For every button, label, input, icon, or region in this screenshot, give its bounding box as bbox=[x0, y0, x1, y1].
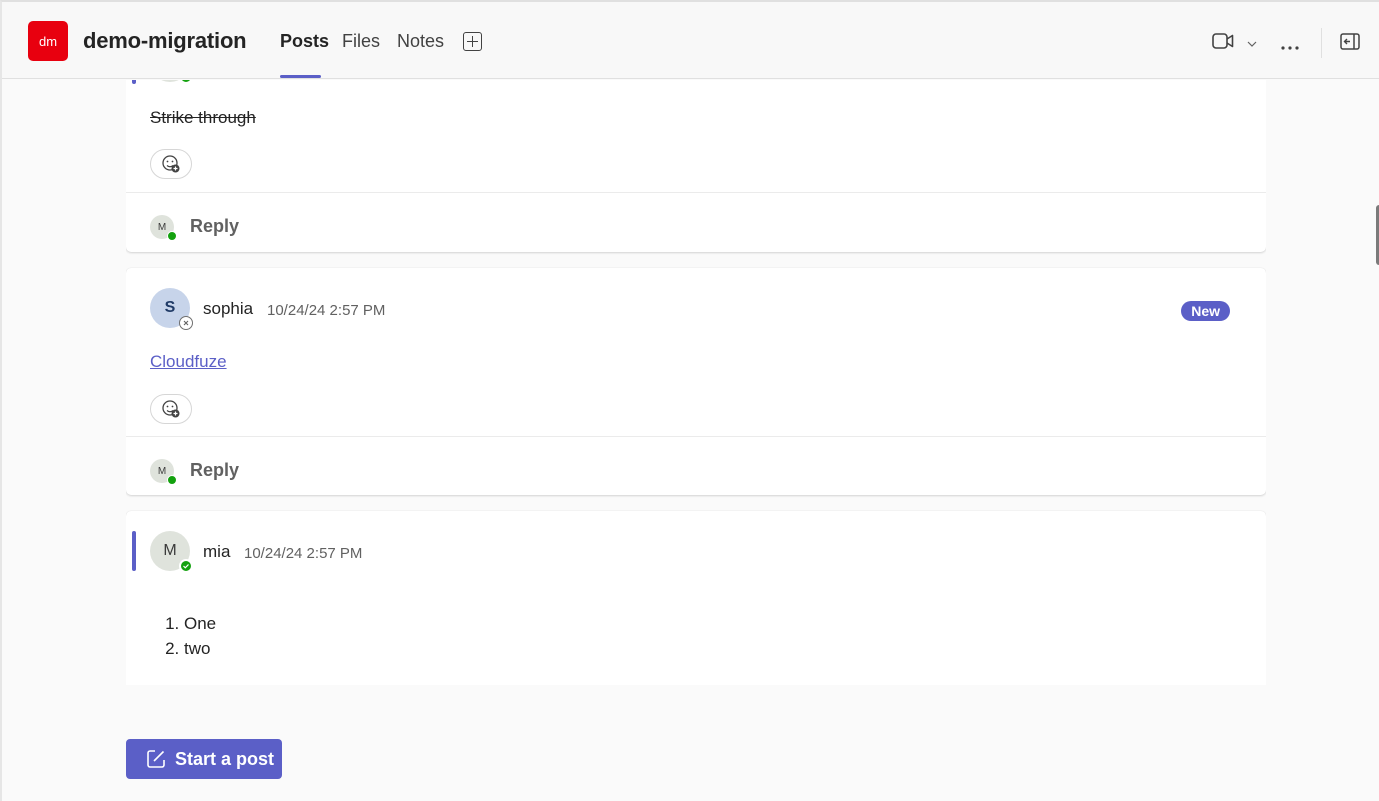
emoji-add-icon bbox=[162, 155, 180, 173]
new-badge: New bbox=[1181, 301, 1230, 321]
message-link[interactable]: Cloudfuze bbox=[150, 352, 227, 372]
avatar-initial: M bbox=[157, 465, 167, 477]
presence-available-icon bbox=[167, 231, 177, 241]
tab-posts[interactable]: Posts bbox=[280, 31, 329, 52]
compose-icon bbox=[147, 750, 165, 768]
presence-offline-icon bbox=[179, 316, 193, 330]
chevron-down-icon[interactable] bbox=[1246, 36, 1258, 54]
avatar-initial: M bbox=[157, 221, 167, 233]
add-tab-icon[interactable] bbox=[463, 32, 482, 51]
post-card: S sophia 10/24/24 2:57 PM New Cloudfuze … bbox=[126, 268, 1266, 495]
post-card: M Strike through M Reply bbox=[126, 80, 1266, 252]
tab-files[interactable]: Files bbox=[342, 31, 380, 52]
presence-available-icon bbox=[167, 475, 177, 485]
presence-available-icon bbox=[179, 559, 193, 573]
author-name[interactable]: sophia bbox=[203, 299, 253, 319]
more-options-icon[interactable] bbox=[1280, 38, 1300, 56]
header-divider bbox=[1321, 28, 1322, 58]
reply-label: Reply bbox=[190, 460, 240, 480]
list-item: two bbox=[184, 636, 216, 661]
team-avatar[interactable]: dm bbox=[28, 21, 68, 61]
posts-feed: M Strike through M Reply S bbox=[126, 80, 1266, 685]
add-reaction-button[interactable] bbox=[150, 394, 192, 424]
emoji-add-icon bbox=[162, 400, 180, 418]
reply-avatar: M bbox=[150, 215, 177, 241]
unread-indicator bbox=[132, 531, 136, 571]
avatar-initial: S bbox=[164, 299, 176, 316]
avatar-initial: M bbox=[163, 542, 177, 559]
author-avatar[interactable]: M bbox=[150, 80, 193, 84]
post-timestamp: 10/24/24 2:57 PM bbox=[267, 302, 386, 319]
start-post-label: Start a post bbox=[175, 748, 275, 769]
team-name[interactable]: demo-migration bbox=[83, 28, 247, 54]
reply-avatar: M bbox=[150, 459, 177, 485]
tab-notes[interactable]: Notes bbox=[397, 31, 444, 52]
presence-available-icon bbox=[179, 80, 193, 84]
teams-channel-window: dm demo-migration Posts Files Notes M bbox=[0, 0, 1379, 801]
list-item: One bbox=[184, 611, 216, 636]
add-reaction-button[interactable] bbox=[150, 149, 192, 179]
message-text: Strike through bbox=[150, 108, 256, 127]
post-card: M mia 10/24/24 2:57 PM One two bbox=[126, 511, 1266, 685]
post-timestamp: 10/24/24 2:57 PM bbox=[244, 545, 363, 562]
reply-label: Reply bbox=[190, 216, 240, 236]
open-panel-icon[interactable] bbox=[1340, 33, 1360, 55]
unread-indicator bbox=[132, 80, 136, 84]
author-avatar[interactable]: M bbox=[150, 531, 193, 573]
reply-button[interactable]: M Reply bbox=[150, 213, 270, 243]
author-avatar[interactable]: S bbox=[150, 288, 193, 330]
start-post-button[interactable]: Start a post bbox=[126, 739, 282, 779]
ordered-list: One two bbox=[184, 611, 216, 661]
channel-header: dm demo-migration Posts Files Notes bbox=[2, 2, 1379, 79]
reply-divider bbox=[126, 436, 1266, 437]
reply-button[interactable]: M Reply bbox=[150, 457, 270, 487]
reply-divider bbox=[126, 192, 1266, 193]
author-name[interactable]: mia bbox=[203, 542, 230, 562]
active-tab-indicator bbox=[280, 75, 321, 78]
video-camera-icon[interactable] bbox=[1212, 33, 1234, 54]
